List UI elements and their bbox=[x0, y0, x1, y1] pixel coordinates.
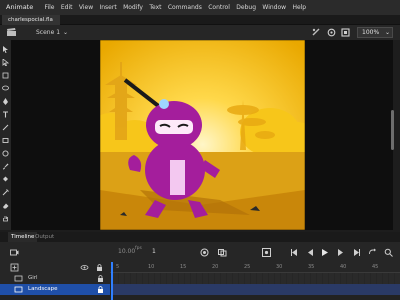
frame-number-field[interactable]: 1 bbox=[152, 248, 156, 255]
chevron-down-icon: ⌄ bbox=[62, 29, 68, 36]
oval-tool-icon[interactable] bbox=[2, 150, 9, 157]
pen-tool-icon[interactable] bbox=[2, 98, 9, 105]
menu-bar: Animate File Edit View Insert Modify Tex… bbox=[0, 0, 400, 15]
scene-clapper-icon[interactable] bbox=[6, 28, 17, 37]
fps-label: fps bbox=[135, 246, 142, 251]
menu-commands[interactable]: Commands bbox=[165, 4, 205, 11]
eraser-tool-icon[interactable] bbox=[2, 202, 9, 209]
subselection-tool-icon[interactable] bbox=[2, 59, 9, 66]
menu-modify[interactable]: Modify bbox=[120, 4, 146, 11]
frames-row-girl[interactable] bbox=[113, 273, 400, 284]
ruler-tick: 35 bbox=[308, 264, 315, 270]
edit-bar: Scene 1 ⌄ 100% ⌄ bbox=[0, 25, 400, 40]
timeline-panel: Timeline Output 10.00 fps 1 5 10 15 20 2… bbox=[0, 232, 400, 300]
next-frame-icon[interactable] bbox=[336, 248, 345, 257]
stage-vertical-scrollbar[interactable] bbox=[391, 110, 394, 150]
onion-skin-icon[interactable] bbox=[200, 248, 209, 257]
tools-panel bbox=[0, 40, 11, 230]
menu-window[interactable]: Window bbox=[259, 4, 289, 11]
insert-keyframe-icon[interactable] bbox=[262, 248, 271, 257]
layer-name: Girl bbox=[28, 275, 38, 281]
ruler-tick: 25 bbox=[244, 264, 251, 270]
prev-frame-icon[interactable] bbox=[306, 248, 315, 257]
ruler-tick: 45 bbox=[372, 264, 379, 270]
zoom-selector[interactable]: 100% ⌄ bbox=[357, 27, 393, 38]
ruler-tick: 10 bbox=[148, 264, 155, 270]
show-hide-all-icon[interactable] bbox=[80, 263, 89, 272]
selection-tool-icon[interactable] bbox=[2, 46, 9, 53]
zoom-value: 100% bbox=[362, 29, 380, 36]
rectangle-tool-icon[interactable] bbox=[2, 137, 9, 144]
menu-control[interactable]: Control bbox=[205, 4, 233, 11]
text-tool-icon[interactable] bbox=[2, 111, 9, 118]
edit-symbols-icon[interactable] bbox=[312, 28, 321, 37]
lock-all-icon[interactable] bbox=[95, 263, 104, 272]
document-tab[interactable]: charlespocial.fla bbox=[2, 15, 60, 25]
layer-row-landscape[interactable]: Landscape bbox=[0, 284, 110, 295]
menu-view[interactable]: View bbox=[76, 4, 97, 11]
timeline-zoom-icon[interactable] bbox=[384, 248, 393, 257]
edit-multiple-frames-icon[interactable] bbox=[218, 248, 227, 257]
layer-row-girl[interactable]: Girl bbox=[0, 273, 110, 284]
layer-header bbox=[0, 262, 110, 273]
menu-text[interactable]: Text bbox=[146, 4, 165, 11]
menu-file[interactable]: File bbox=[41, 4, 57, 11]
step-forward-icon[interactable] bbox=[352, 248, 361, 257]
menu-insert[interactable]: Insert bbox=[96, 4, 120, 11]
document-tab-strip: charlespocial.fla bbox=[0, 15, 400, 25]
loop-icon[interactable] bbox=[368, 248, 377, 257]
menu-help[interactable]: Help bbox=[289, 4, 309, 11]
ruler-tick: 30 bbox=[276, 264, 283, 270]
app-name: Animate bbox=[0, 3, 42, 12]
frame-ruler[interactable]: 5 10 15 20 25 30 35 40 45 bbox=[110, 262, 400, 273]
animate-window: { "app": { "name": "Animate" }, "menu": … bbox=[0, 0, 400, 300]
free-transform-tool-icon[interactable] bbox=[2, 72, 9, 79]
playhead[interactable] bbox=[111, 262, 113, 300]
center-stage-icon[interactable] bbox=[327, 28, 336, 37]
layer-name: Landscape bbox=[28, 286, 58, 292]
ruler-tick: 20 bbox=[212, 264, 219, 270]
layer-icon bbox=[14, 286, 23, 293]
timeline-tabs: Timeline Output bbox=[0, 232, 400, 242]
lock-icon[interactable] bbox=[96, 285, 105, 294]
paint-bucket-tool-icon[interactable] bbox=[2, 176, 9, 183]
scene-selector[interactable]: Scene 1 ⌄ bbox=[20, 27, 70, 38]
play-icon[interactable] bbox=[320, 248, 329, 257]
lasso-tool-icon[interactable] bbox=[2, 85, 9, 92]
eyedropper-tool-icon[interactable] bbox=[2, 189, 9, 196]
lock-icon[interactable] bbox=[96, 274, 105, 283]
tab-output[interactable]: Output bbox=[32, 232, 57, 242]
step-back-icon[interactable] bbox=[290, 248, 299, 257]
hand-tool-icon[interactable] bbox=[2, 215, 9, 222]
chevron-down-icon: ⌄ bbox=[384, 29, 390, 36]
camera-icon[interactable] bbox=[10, 248, 19, 257]
ruler-tick: 40 bbox=[340, 264, 347, 270]
layer-icon bbox=[14, 275, 23, 282]
menu-debug[interactable]: Debug bbox=[233, 4, 259, 11]
ruler-tick: 15 bbox=[180, 264, 187, 270]
menu-edit[interactable]: Edit bbox=[58, 4, 76, 11]
new-layer-icon[interactable] bbox=[10, 263, 19, 272]
stage-canvas[interactable] bbox=[100, 40, 305, 230]
frames-row-landscape[interactable] bbox=[113, 284, 400, 295]
current-frame-readout[interactable]: 10.00 bbox=[118, 248, 135, 255]
line-tool-icon[interactable] bbox=[2, 124, 9, 131]
ruler-tick: 5 bbox=[116, 264, 120, 270]
clip-content-icon[interactable] bbox=[341, 28, 350, 37]
brush-tool-icon[interactable] bbox=[2, 163, 9, 170]
timeline-controls: 10.00 fps 1 bbox=[0, 242, 400, 262]
scene-label: Scene 1 bbox=[36, 29, 61, 36]
